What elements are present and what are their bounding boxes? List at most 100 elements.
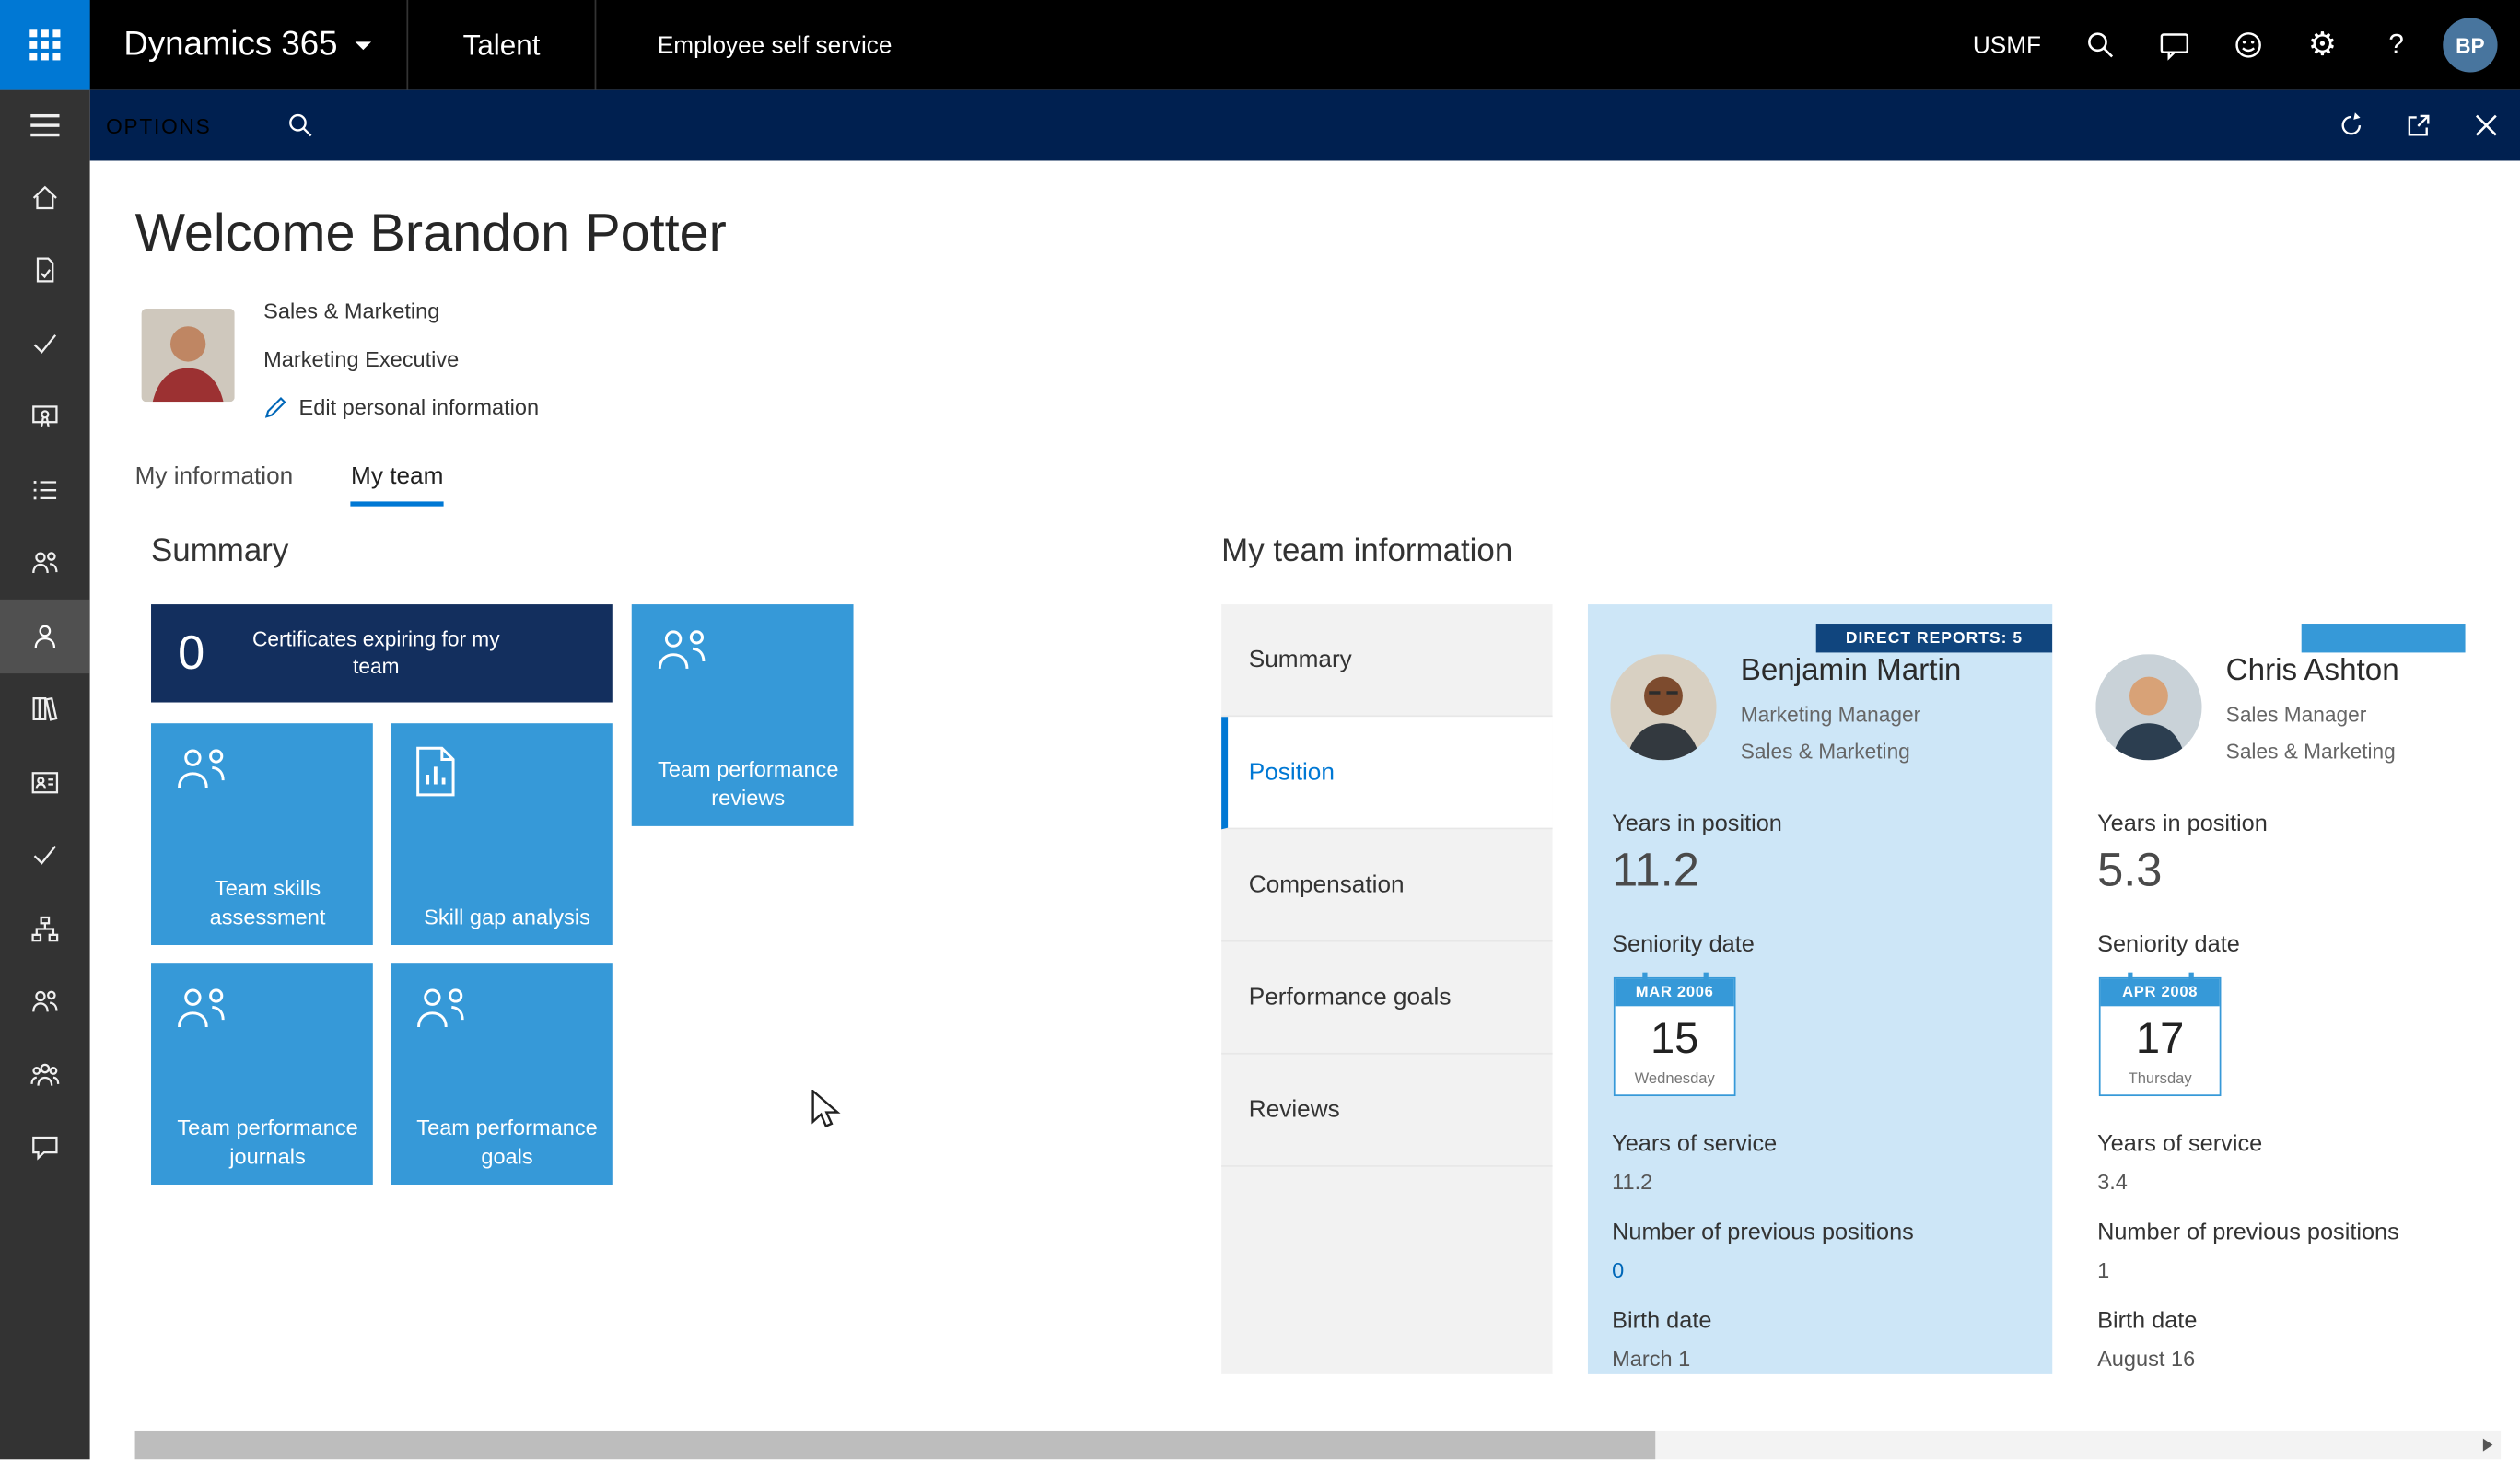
hamburger-menu-button[interactable] — [0, 90, 90, 161]
refresh-icon — [2337, 111, 2365, 139]
settings-button[interactable]: ⚙ — [2285, 0, 2359, 90]
field-label: Birth date — [2097, 1308, 2197, 1334]
sidebar-item-lists[interactable] — [0, 453, 90, 526]
direct-reports-badge-strip — [2302, 624, 2466, 652]
approvals-check-icon — [29, 839, 61, 871]
tile-skill-gap-analysis[interactable]: Skill gap analysis — [391, 723, 612, 945]
birth-date-value: August 16 — [2097, 1347, 2195, 1371]
tab-my-team[interactable]: My team — [351, 463, 443, 507]
profile-photo — [142, 309, 235, 402]
app-launcher-waffle-icon[interactable] — [0, 0, 90, 90]
app-title[interactable]: Dynamics 365 — [123, 26, 337, 64]
action-pane: OPTIONS — [90, 90, 2520, 161]
company-picker[interactable]: USMF — [1973, 31, 2041, 59]
people-icon — [412, 984, 472, 1032]
birth-date-value: March 1 — [1612, 1347, 1690, 1371]
sidebar-item-org-chart[interactable] — [0, 892, 90, 964]
tile-team-skills-assessment[interactable]: Team skills assessment — [151, 723, 373, 945]
previous-positions-link[interactable]: 0 — [1612, 1258, 1624, 1282]
count-label: Certificates expiring for my team — [231, 626, 520, 681]
menu-item-summary[interactable]: Summary — [1221, 604, 1552, 717]
employee-card[interactable]: Chris Ashton Sales Manager Sales & Marke… — [2073, 604, 2466, 1374]
tab-my-information[interactable]: My information — [135, 463, 294, 507]
sidebar-item-home[interactable] — [0, 160, 90, 233]
mouse-cursor — [810, 1090, 845, 1131]
close-icon — [2473, 112, 2499, 138]
sidebar-item-personnel[interactable] — [0, 746, 90, 819]
sidebar-item-people[interactable] — [0, 965, 90, 1038]
sidebar-item-tasks[interactable] — [0, 307, 90, 380]
calendar-weekday: Thursday — [2101, 1070, 2220, 1088]
page-title: Welcome Brandon Potter — [135, 203, 727, 263]
direct-reports-badge: DIRECT REPORTS: 5 — [1816, 624, 2053, 652]
field-label: Number of previous positions — [1612, 1220, 1914, 1245]
refresh-button[interactable] — [2317, 90, 2385, 161]
team-icon — [29, 547, 61, 579]
field-label: Years of service — [2097, 1131, 2262, 1157]
employee-card[interactable]: DIRECT REPORTS: 5 Benjamin Martin Market… — [1588, 604, 2052, 1374]
sidebar-item-reviews[interactable] — [0, 234, 90, 307]
close-button[interactable] — [2453, 90, 2520, 161]
help-button[interactable]: ? — [2360, 0, 2433, 90]
sidebar-item-team[interactable] — [0, 526, 90, 599]
courses-icon — [29, 693, 61, 725]
people-icon — [29, 986, 61, 1018]
employee-name: Benjamin Martin — [1741, 654, 1962, 689]
tile-team-performance-journals[interactable]: Team performance journals — [151, 963, 373, 1185]
sidebar-item-certificates[interactable] — [0, 380, 90, 453]
years-in-position-value: 5.3 — [2097, 846, 2162, 899]
employee-avatar — [1610, 654, 1716, 760]
edit-personal-info-link[interactable]: Edit personal information — [263, 392, 539, 421]
sidebar-item-feedback[interactable] — [0, 1112, 90, 1185]
open-in-new-window-button[interactable] — [2385, 90, 2452, 161]
tile-certificates-expiring[interactable]: 0 Certificates expiring for my team — [151, 604, 612, 702]
team-info-heading: My team information — [1221, 533, 1512, 570]
menu-item-reviews[interactable]: Reviews — [1221, 1055, 1552, 1167]
tile-team-performance-reviews[interactable]: Team performance reviews — [632, 604, 854, 826]
module-name[interactable]: Talent — [408, 29, 594, 63]
feedback-button[interactable] — [2211, 0, 2285, 90]
sidebar-item-groups[interactable] — [0, 1038, 90, 1111]
main-content: Welcome Brandon Potter Sales & Marketing… — [90, 160, 2520, 1459]
divider — [595, 0, 597, 90]
calendar-day: 15 — [1616, 1006, 1734, 1070]
menu-item-position[interactable]: Position — [1221, 717, 1552, 829]
org-chart-icon — [29, 913, 61, 945]
options-menu[interactable]: OPTIONS — [106, 113, 211, 137]
employee-name: Chris Ashton — [2226, 654, 2399, 689]
count-value: 0 — [173, 626, 208, 681]
page-name: Employee self service — [658, 31, 892, 59]
search-button[interactable] — [2063, 0, 2137, 90]
sidebar-item-courses[interactable] — [0, 672, 90, 745]
field-label: Years of service — [1612, 1131, 1777, 1157]
field-label: Number of previous positions — [2097, 1220, 2399, 1245]
profile-department: Sales & Marketing — [263, 296, 539, 324]
seniority-date-calendar: MAR 2006 15 Wednesday — [1614, 977, 1736, 1096]
chart-document-icon — [412, 744, 460, 799]
menu-item-compensation[interactable]: Compensation — [1221, 829, 1552, 941]
profile-job-title: Marketing Executive — [263, 344, 539, 372]
employee-job-title: Marketing Manager — [1741, 703, 1920, 727]
sidebar-item-employee-self-service[interactable] — [0, 600, 90, 672]
user-avatar[interactable]: BP — [2443, 18, 2497, 72]
messages-button[interactable] — [2138, 0, 2211, 90]
tile-team-performance-goals[interactable]: Team performance goals — [391, 963, 612, 1185]
hamburger-icon — [30, 114, 59, 136]
employee-department: Sales & Marketing — [2226, 740, 2396, 764]
people-icon — [172, 984, 233, 1032]
scrollbar-thumb[interactable] — [135, 1431, 1656, 1459]
certificate-icon — [29, 401, 61, 433]
calendar-weekday: Wednesday — [1616, 1070, 1734, 1088]
sidebar-item-approvals[interactable] — [0, 819, 90, 892]
years-of-service-value: 11.2 — [1612, 1170, 1652, 1194]
scroll-right-arrow-icon[interactable] — [2483, 1439, 2492, 1452]
horizontal-scrollbar[interactable] — [135, 1431, 2501, 1459]
menu-item-performance-goals[interactable]: Performance goals — [1221, 942, 1552, 1055]
team-info-menu: Summary Position Compensation Performanc… — [1221, 604, 1552, 1374]
pop-out-icon — [2404, 111, 2432, 139]
years-in-position-value: 11.2 — [1612, 846, 1699, 899]
field-label: Seniority date — [2097, 932, 2240, 958]
gear-icon: ⚙ — [2308, 29, 2337, 61]
employee-avatar — [2095, 654, 2201, 760]
action-search-button[interactable] — [266, 90, 333, 161]
